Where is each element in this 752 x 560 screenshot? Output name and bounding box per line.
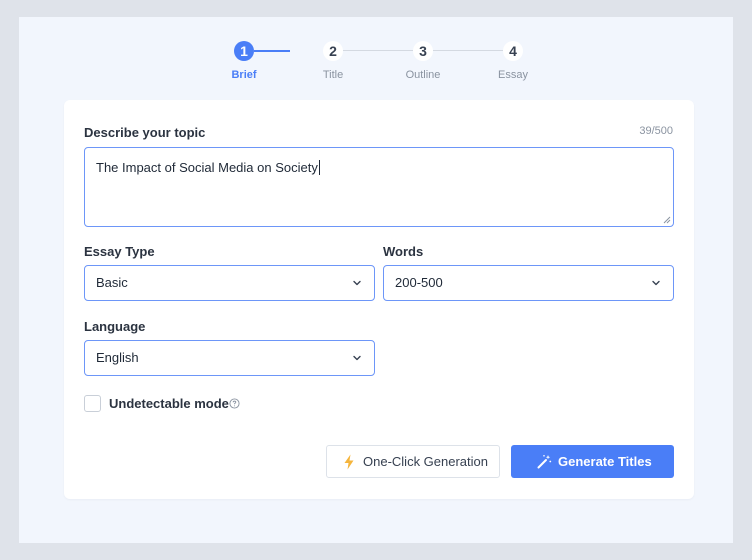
- chevron-down-icon: [353, 280, 361, 286]
- step-label: Title: [322, 69, 344, 81]
- step-label: Brief: [231, 69, 257, 81]
- generate-titles-label: Generate Titles: [558, 454, 652, 469]
- generate-titles-button[interactable]: Generate Titles: [511, 445, 674, 478]
- essay-type-label: Essay Type: [84, 244, 155, 259]
- step-number: 4: [503, 41, 523, 61]
- step-brief[interactable]: 1 Brief: [204, 41, 284, 81]
- lightning-bolt-icon: [344, 454, 354, 470]
- topic-text: The Impact of Social Media on Society: [96, 160, 318, 175]
- step-label: Essay: [498, 69, 528, 81]
- language-label: Language: [84, 319, 146, 334]
- words-value: 200-500: [395, 275, 443, 290]
- essay-type-select[interactable]: Basic: [84, 265, 375, 301]
- undetectable-mode-checkbox[interactable]: [84, 395, 101, 412]
- step-essay[interactable]: 4 Essay: [473, 41, 553, 81]
- language-value: English: [96, 350, 139, 365]
- resize-handle-icon[interactable]: [663, 216, 671, 224]
- one-click-generation-label: One-Click Generation: [363, 454, 488, 469]
- topic-label: Describe your topic: [84, 125, 206, 140]
- step-label: Outline: [405, 69, 441, 81]
- topic-textarea[interactable]: The Impact of Social Media on Society: [84, 147, 674, 227]
- step-number: 1: [234, 41, 254, 61]
- text-caret: [318, 160, 320, 175]
- step-outline[interactable]: 3 Outline: [383, 41, 463, 81]
- help-circle-icon[interactable]: [229, 398, 240, 409]
- one-click-generation-button[interactable]: One-Click Generation: [326, 445, 500, 478]
- words-select[interactable]: 200-500: [383, 265, 674, 301]
- magic-wand-icon: [537, 455, 552, 469]
- topic-char-counter: 39/500: [639, 125, 673, 137]
- brief-form-card: Describe your topic 39/500 The Impact of…: [64, 100, 694, 499]
- undetectable-mode-label[interactable]: Undetectable mode: [109, 396, 229, 411]
- essay-type-value: Basic: [96, 275, 128, 290]
- words-label: Words: [383, 244, 424, 259]
- step-number: 3: [413, 41, 433, 61]
- chevron-down-icon: [353, 355, 361, 361]
- chevron-down-icon: [652, 280, 660, 286]
- step-title[interactable]: 2 Title: [293, 41, 373, 81]
- language-select[interactable]: English: [84, 340, 375, 376]
- step-number: 2: [323, 41, 343, 61]
- progress-stepper: 1 Brief 2 Title 3 Outline 4 Essay: [0, 0, 752, 90]
